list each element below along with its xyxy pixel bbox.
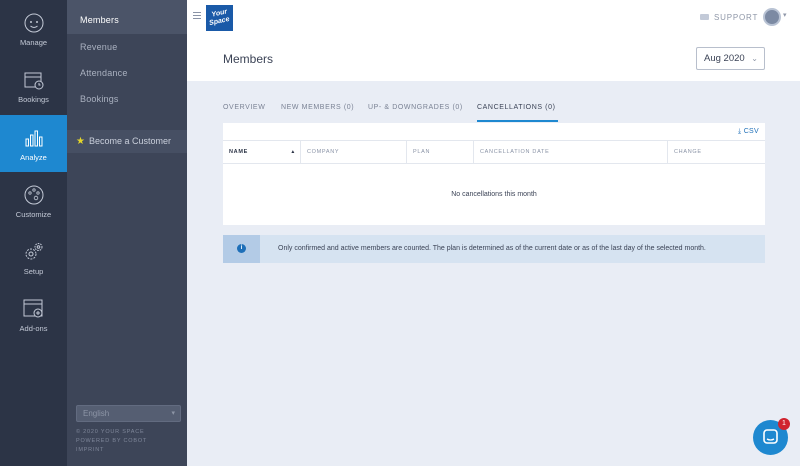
cancellations-card: ⤓ CSV NAME ▲ COMPANY PLAN CANCELLATION D… [223, 123, 765, 225]
rail-label: Bookings [18, 95, 49, 104]
info-icon: i [237, 244, 246, 253]
month-value: Aug 2020 [704, 53, 745, 64]
tab-up-downgrades[interactable]: UP- & DOWNGRADES (0) [368, 101, 463, 122]
rail-label: Add-ons [19, 324, 48, 333]
sort-up-icon: ▲ [290, 149, 296, 155]
subnav-item-attendance[interactable]: Attendance [67, 60, 187, 86]
bar-chart-icon [25, 130, 42, 147]
rail-item-add-ons[interactable]: Add-ons [0, 286, 67, 343]
analyze-subnav: Members Revenue Attendance Bookings [67, 0, 187, 466]
language-value: English [83, 409, 110, 418]
chat-notification-badge: 1 [778, 418, 790, 430]
rail-item-customize[interactable]: Customize [0, 172, 67, 229]
rail-label: Customize [15, 210, 52, 219]
footer-copyright: © 2020 YOUR SPACE [76, 429, 145, 435]
tab-cancellations[interactable]: CANCELLATIONS (0) [477, 101, 558, 122]
info-text: Only confirmed and active members are co… [278, 245, 706, 252]
page-title: Members [223, 52, 274, 66]
face-icon [24, 13, 43, 33]
language-select[interactable]: English ▾ [76, 405, 181, 422]
support-link[interactable]: SUPPORT [700, 12, 758, 24]
chevron-down-icon: ▾ [171, 410, 175, 417]
csv-label: CSV [743, 128, 759, 135]
info-banner: i Only confirmed and active members are … [223, 235, 765, 263]
space-logo[interactable]: Your Space [206, 5, 233, 31]
palette-icon [24, 185, 43, 205]
rail-label: Setup [23, 267, 44, 276]
column-header-change[interactable]: CHANGE [668, 141, 765, 163]
tab-overview[interactable]: OVERVIEW [223, 101, 265, 122]
chevron-down-icon[interactable]: ▾ [783, 11, 787, 19]
tab-new-members[interactable]: NEW MEMBERS (0) [281, 101, 354, 122]
rail-item-bookings[interactable]: Bookings [0, 57, 67, 114]
column-header-name[interactable]: NAME ▲ [223, 141, 301, 163]
gears-icon [25, 243, 42, 260]
footer-powered-by[interactable]: POWERED BY COBOT [76, 438, 147, 444]
rail-label: Analyze [20, 153, 47, 162]
subnav-item-revenue[interactable]: Revenue [67, 34, 187, 60]
month-select[interactable]: Aug 2020 ⌄ [696, 47, 765, 70]
footer-imprint[interactable]: IMPRINT [76, 447, 104, 453]
column-label: NAME [229, 149, 248, 155]
star-icon: ★ [76, 136, 85, 147]
column-header-cancellation-date[interactable]: CANCELLATION DATE [474, 141, 668, 163]
csv-download-button[interactable]: ⤓ CSV [738, 128, 759, 136]
subnav-item-members[interactable]: Members [67, 0, 187, 34]
menu-icon[interactable] [193, 12, 201, 21]
rail-item-manage[interactable]: Manage [0, 0, 67, 57]
support-label: SUPPORT [714, 13, 759, 22]
rail-label: Manage [19, 38, 48, 47]
rail-item-setup[interactable]: Setup [0, 229, 67, 286]
empty-state-text: No cancellations this month [451, 191, 537, 198]
rail-item-analyze[interactable]: Analyze [0, 115, 67, 172]
download-icon: ⤓ [738, 128, 742, 135]
info-icon-box: i [223, 235, 260, 263]
table-header: NAME ▲ COMPANY PLAN CANCELLATION DATE CH… [223, 140, 765, 164]
icon-rail: Manage Bookings Analyze Customize Setup … [0, 0, 67, 466]
window-plus-icon [23, 299, 42, 318]
become-customer-link[interactable]: ★ Become a Customer [67, 130, 187, 153]
calendar-icon [24, 72, 43, 90]
support-icon [700, 14, 709, 20]
subnav-item-bookings[interactable]: Bookings [67, 86, 187, 112]
chevron-down-icon: ⌄ [751, 54, 758, 63]
column-header-company[interactable]: COMPANY [301, 141, 407, 163]
avatar[interactable] [763, 8, 781, 26]
column-header-plan[interactable]: PLAN [407, 141, 474, 163]
become-customer-label: Become a Customer [88, 136, 172, 146]
